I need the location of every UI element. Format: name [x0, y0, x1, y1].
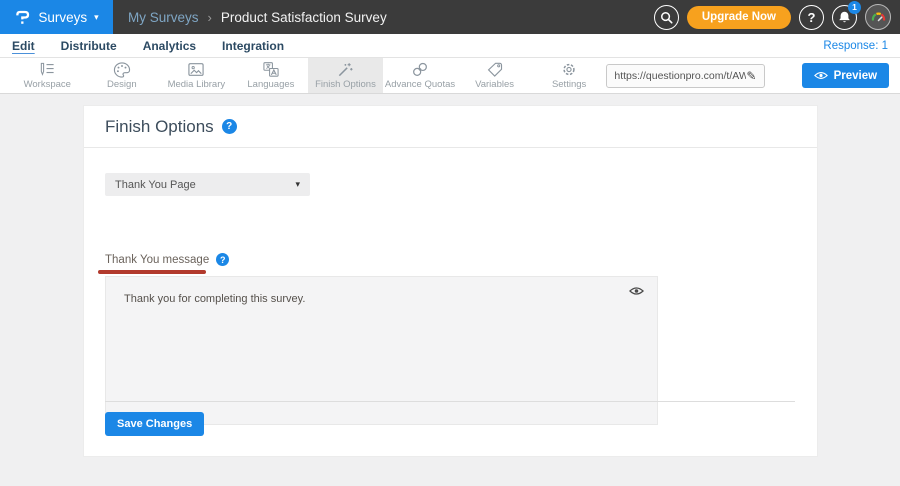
breadcrumb-separator-icon: ›	[208, 10, 212, 25]
toolbar-label: Finish Options	[315, 79, 376, 90]
notification-count-badge: 1	[848, 1, 861, 14]
toolbar-item-design[interactable]: Design	[85, 58, 160, 93]
red-annotation-underline	[98, 270, 206, 274]
finish-type-dropdown[interactable]: Thank You Page ▾	[105, 173, 310, 196]
toolbar-item-variables[interactable]: Variables	[457, 58, 532, 93]
translate-icon	[261, 61, 281, 78]
palette-icon	[112, 61, 132, 78]
search-icon	[660, 11, 673, 24]
surveys-menu[interactable]: Surveys ▾	[0, 0, 113, 34]
survey-url-input[interactable]	[614, 70, 746, 82]
tag-icon	[485, 61, 505, 78]
tab-edit[interactable]: Edit	[12, 39, 35, 53]
gauge-avatar-icon	[870, 9, 887, 26]
toolbar-label: Media Library	[168, 79, 226, 90]
toolbar-item-workspace[interactable]: Workspace	[10, 58, 85, 93]
editor-preview-eye-icon[interactable]	[629, 286, 644, 299]
edit-url-pencil-icon[interactable]: ✎	[746, 69, 756, 83]
toolbar-item-media-library[interactable]: Media Library	[159, 58, 234, 93]
tab-analytics[interactable]: Analytics	[143, 39, 196, 53]
toolbar-item-languages[interactable]: Languages	[234, 58, 309, 93]
tab-integration[interactable]: Integration	[222, 39, 284, 53]
thank-you-message-help-icon[interactable]: ?	[216, 253, 229, 266]
toolbar-label: Settings	[552, 79, 586, 90]
survey-url-box: ✎	[606, 64, 764, 88]
section-divider	[105, 401, 795, 402]
gear-icon	[559, 61, 579, 78]
toolbar-item-advance-quotas[interactable]: Advance Quotas	[383, 58, 458, 93]
upgrade-now-button[interactable]: Upgrade Now	[687, 6, 791, 29]
edit-toolbar: Workspace Design Media Library Languages	[0, 58, 900, 94]
save-changes-button[interactable]: Save Changes	[105, 412, 204, 436]
workspace-icon	[37, 61, 57, 78]
breadcrumb-current-survey: Product Satisfaction Survey	[221, 10, 387, 25]
thank-you-message-label-row: Thank You message ?	[105, 253, 229, 266]
toolbar-label: Workspace	[24, 79, 71, 90]
search-button[interactable]	[654, 5, 679, 30]
page-title: Finish Options	[105, 117, 214, 137]
toolbar-label: Advance Quotas	[385, 79, 455, 90]
magic-wand-icon	[335, 61, 355, 78]
chevron-down-icon: ▾	[295, 179, 300, 190]
preview-button[interactable]: Preview	[802, 63, 889, 88]
toolbar-label: Variables	[475, 79, 514, 90]
toolbar-item-finish-options[interactable]: Finish Options	[308, 58, 383, 93]
eye-icon	[814, 71, 828, 80]
notifications-button[interactable]: 1	[832, 5, 857, 30]
product-label: Surveys	[38, 10, 87, 25]
tab-distribute[interactable]: Distribute	[61, 39, 117, 53]
survey-section-nav: Edit Distribute Analytics Integration Re…	[0, 34, 900, 58]
card-header: Finish Options ?	[84, 106, 817, 148]
response-count[interactable]: Response: 1	[823, 40, 888, 52]
toolbar-label: Languages	[247, 79, 294, 90]
breadcrumb-my-surveys[interactable]: My Surveys	[128, 10, 199, 25]
finish-options-help-icon[interactable]: ?	[222, 119, 237, 134]
thank-you-message-label: Thank You message	[105, 254, 209, 266]
dropdown-selected-value: Thank You Page	[115, 179, 295, 191]
thank-you-message-text: Thank you for completing this survey.	[124, 293, 305, 305]
finish-options-card: Finish Options ? Thank You Page ▾ Thank …	[83, 105, 818, 457]
chain-links-icon	[410, 61, 430, 78]
breadcrumb: My Surveys › Product Satisfaction Survey	[128, 10, 387, 25]
card-body: Thank You Page ▾ Thank You message ? Tha…	[84, 148, 817, 456]
questionpro-logo-icon	[14, 9, 31, 26]
top-navigation-bar: Surveys ▾ My Surveys › Product Satisfact…	[0, 0, 900, 34]
preview-label: Preview	[834, 70, 877, 82]
image-icon	[186, 61, 206, 78]
chevron-down-icon: ▾	[94, 12, 99, 23]
topbar-actions: Upgrade Now ? 1	[654, 4, 900, 30]
thank-you-message-editor[interactable]: Thank you for completing this survey.	[105, 276, 658, 425]
page-background: Finish Options ? Thank You Page ▾ Thank …	[0, 94, 900, 486]
toolbar-label: Design	[107, 79, 137, 90]
toolbar-item-settings[interactable]: Settings	[532, 58, 607, 93]
user-avatar[interactable]	[865, 4, 891, 30]
question-mark-icon: ?	[808, 10, 816, 25]
help-button[interactable]: ?	[799, 5, 824, 30]
